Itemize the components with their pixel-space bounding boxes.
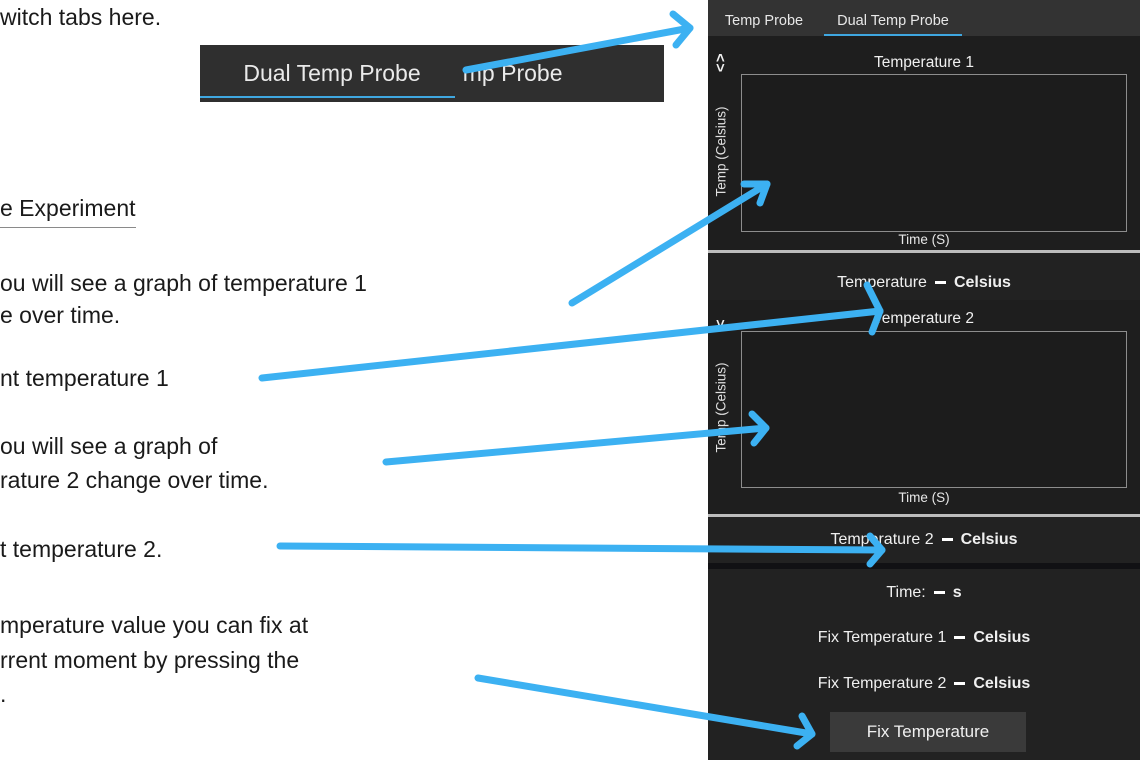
annotation-arrows: [258, 10, 886, 750]
arrow-to-temp2: [276, 542, 886, 554]
arrow-to-graph1: [568, 180, 771, 307]
arrow-to-tabs: [462, 24, 694, 74]
arrow-to-temp1: [258, 307, 884, 382]
arrow-to-fix-button: [474, 674, 816, 738]
arrow-to-graph2: [382, 424, 770, 466]
